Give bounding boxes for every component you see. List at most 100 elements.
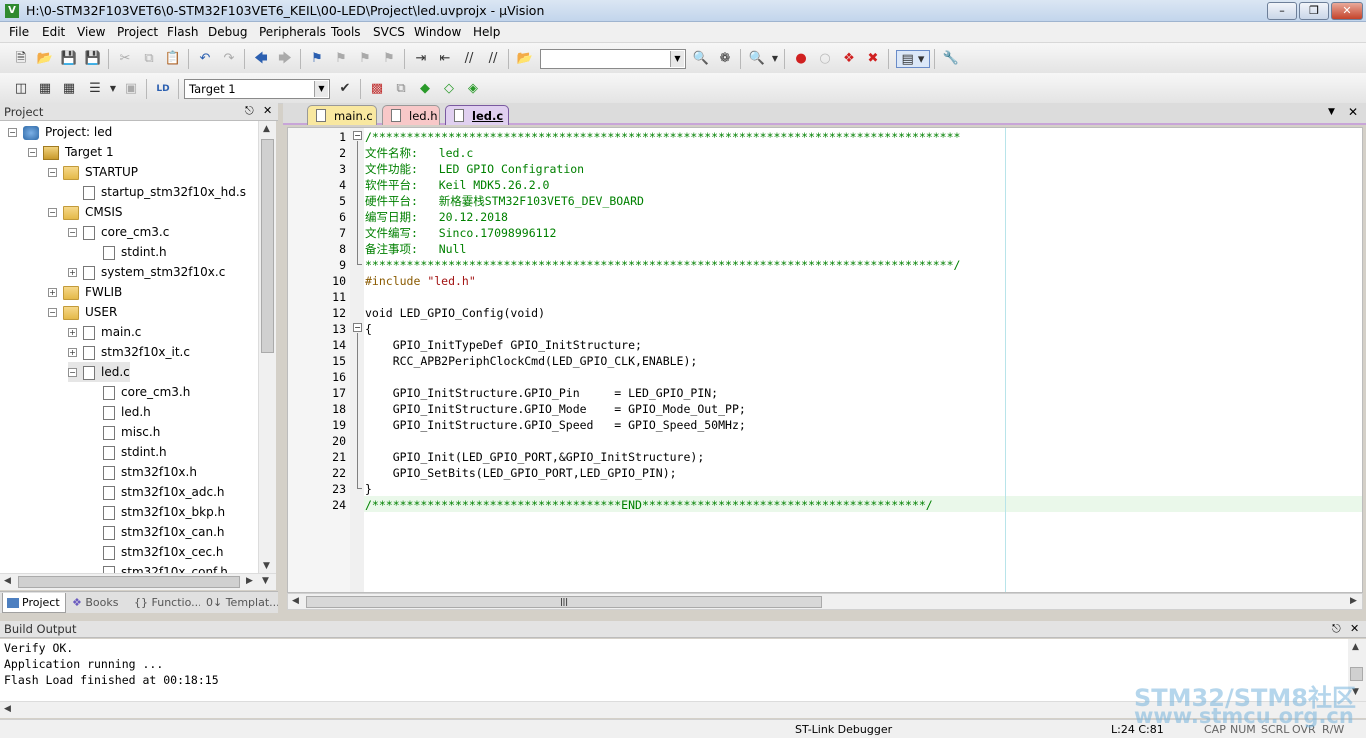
redo-icon[interactable]: ↷ [220, 50, 238, 68]
code-line[interactable]: GPIO_InitStructure.GPIO_Pin = LED_GPIO_P… [365, 385, 718, 401]
menu-file[interactable]: File [9, 25, 29, 39]
chevron-down-icon[interactable]: ▼ [766, 50, 784, 68]
navigate-forward-icon[interactable]: 🡆 [276, 50, 294, 68]
chevron-down-icon[interactable]: ▼ [314, 81, 328, 97]
find-combo[interactable]: ▼ [540, 49, 686, 69]
copy-icon[interactable]: ⧉ [140, 50, 158, 68]
tree-item[interactable]: stm32f10x_cec.h [88, 542, 224, 562]
code-line[interactable]: { [365, 321, 372, 337]
chevron-down-icon[interactable]: ▼ [670, 51, 684, 67]
close-icon[interactable]: ✕ [263, 104, 272, 117]
tab-functions[interactable]: {} Functio... [130, 593, 200, 613]
code-line[interactable]: } [365, 481, 372, 497]
code-line[interactable]: 文件功能: LED GPIO Configration [365, 161, 584, 177]
expand-icon[interactable]: + [68, 328, 77, 337]
window-layout-icon[interactable]: ▤ ▾ [896, 50, 930, 68]
menu-svcs[interactable]: SVCS [373, 25, 405, 39]
code-line[interactable]: GPIO_InitTypeDef GPIO_InitStructure; [365, 337, 642, 353]
manage-run-time-icon[interactable]: ◆ [416, 80, 434, 98]
tree-item[interactable]: − USER [48, 302, 117, 322]
code-line[interactable]: 硬件平台: 新格霎栈STM32F103VET6_DEV_BOARD [365, 193, 644, 209]
code-line[interactable]: 文件编写: Sinco.17098996112 [365, 225, 556, 241]
menu-window[interactable]: Window [414, 25, 461, 39]
code-line[interactable]: GPIO_InitStructure.GPIO_Mode = GPIO_Mode… [365, 401, 746, 417]
tab-templates[interactable]: 0↓ Templat... [202, 593, 278, 613]
tree-item[interactable]: misc.h [88, 422, 160, 442]
fold-collapse-icon[interactable]: − [353, 131, 362, 140]
stop-build-icon[interactable]: ▣ [122, 80, 140, 98]
bookmark-icon[interactable]: ⚑ [308, 50, 326, 68]
scroll-thumb[interactable] [261, 139, 274, 353]
collapse-icon[interactable]: − [48, 308, 57, 317]
tree-item[interactable]: − core_cm3.c [68, 222, 169, 242]
disable-all-breakpoints-icon[interactable]: ❖ [840, 50, 858, 68]
prev-bookmark-icon[interactable]: ⚑ [332, 50, 350, 68]
restore-button[interactable]: ❐ [1299, 2, 1329, 20]
expand-icon[interactable]: + [68, 348, 77, 357]
tree-item[interactable]: − Project: led [8, 122, 112, 142]
collapse-icon[interactable]: − [48, 208, 57, 217]
tree-item[interactable]: startup_stm32f10x_hd.s [68, 182, 246, 202]
expand-icon[interactable]: + [48, 288, 57, 297]
tree-item[interactable]: − led.c [68, 362, 130, 382]
tree-item[interactable]: core_cm3.h [88, 382, 190, 402]
tab-main-c[interactable]: main.c [307, 105, 377, 125]
pack-installer-icon[interactable]: ◇ [440, 80, 458, 98]
translate-icon[interactable]: ◫ [12, 80, 30, 98]
collapse-icon[interactable]: − [68, 228, 77, 237]
kill-all-breakpoints-icon[interactable]: ✖ [864, 50, 882, 68]
tree-item[interactable]: stm32f10x_bkp.h [88, 502, 225, 522]
collapse-icon[interactable]: − [48, 168, 57, 177]
menu-peripherals[interactable]: Peripherals [259, 25, 326, 39]
unindent-icon[interactable]: ⇤ [436, 50, 454, 68]
rebuild-icon[interactable]: ▦ [60, 80, 78, 98]
save-all-icon[interactable]: 💾 [84, 50, 102, 68]
menu-view[interactable]: View [77, 25, 105, 39]
cut-icon[interactable]: ✂ [116, 50, 134, 68]
comment-icon[interactable]: // [460, 50, 478, 68]
build-icon[interactable]: ▦ [36, 80, 54, 98]
save-icon[interactable]: 💾 [60, 50, 78, 68]
find-icon[interactable]: 🔍 [692, 50, 710, 68]
tree-item[interactable]: − CMSIS [48, 202, 123, 222]
menu-tools[interactable]: Tools [331, 25, 361, 39]
project-horizontal-scrollbar[interactable]: ◀ ▶ ▼ [0, 573, 276, 590]
find-in-files-icon[interactable]: 📂 [516, 50, 534, 68]
project-vertical-scrollbar[interactable]: ▲ ▼ [258, 121, 276, 573]
event-recorder-icon[interactable]: ◈ [464, 80, 482, 98]
tree-item[interactable]: + stm32f10x_it.c [68, 342, 190, 362]
editor-horizontal-scrollbar[interactable]: ◀ ||| ▶ [287, 593, 1363, 610]
code-line[interactable]: 编写日期: 20.12.2018 [365, 209, 508, 225]
chevron-down-icon[interactable]: ▼ [104, 80, 122, 98]
tree-item[interactable]: + main.c [68, 322, 141, 342]
disable-breakpoint-icon[interactable]: ○ [816, 50, 834, 68]
tree-item[interactable]: + system_stm32f10x.c [68, 262, 225, 282]
tree-item[interactable]: stdint.h [88, 242, 167, 262]
collapse-icon[interactable]: − [8, 128, 17, 137]
undo-icon[interactable]: ↶ [196, 50, 214, 68]
menu-flash[interactable]: Flash [167, 25, 198, 39]
collapse-icon[interactable]: − [28, 148, 37, 157]
collapse-icon[interactable]: − [68, 368, 77, 377]
indent-icon[interactable]: ⇥ [412, 50, 430, 68]
menu-debug[interactable]: Debug [208, 25, 247, 39]
tab-project[interactable]: Project [2, 593, 66, 613]
navigate-back-icon[interactable]: 🡄 [252, 50, 270, 68]
code-line[interactable]: /************************************END… [365, 497, 933, 513]
clear-bookmarks-icon[interactable]: ⚑ [380, 50, 398, 68]
scroll-thumb[interactable] [18, 576, 240, 588]
pin-icon[interactable]: ⎋ [1332, 622, 1341, 636]
code-line[interactable]: GPIO_SetBits(LED_GPIO_PORT,LED_GPIO_PIN)… [365, 465, 677, 481]
tree-item[interactable]: stm32f10x_conf.h [88, 562, 228, 573]
code-line[interactable]: 软件平台: Keil MDK5.26.2.0 [365, 177, 549, 193]
code-line[interactable]: void LED_GPIO_Config(void) [365, 305, 545, 321]
close-icon[interactable]: ✕ [1350, 622, 1359, 635]
code-line[interactable]: #include "led.h" [365, 273, 476, 289]
manage-project-items-icon[interactable]: ▩ [368, 80, 386, 98]
scroll-thumb[interactable]: ||| [306, 596, 822, 608]
target-options-icon[interactable]: ✔ [336, 80, 354, 98]
select-packs-icon[interactable]: ⧉ [392, 80, 410, 98]
tree-item[interactable]: stm32f10x.h [88, 462, 197, 482]
batch-build-icon[interactable]: ☰ [86, 80, 104, 98]
new-file-icon[interactable]: 🗎 [12, 50, 30, 68]
